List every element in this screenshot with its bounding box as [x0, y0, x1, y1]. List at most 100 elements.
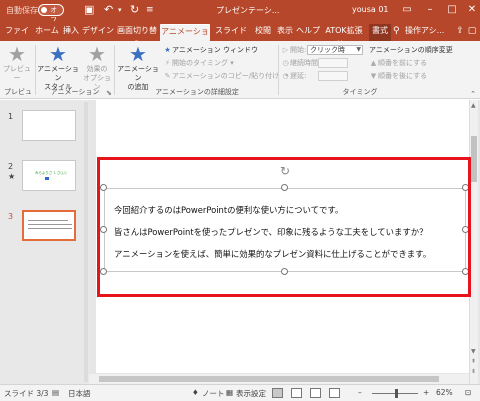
duration-label: ◷継続時間:: [282, 59, 321, 67]
collapse-ribbon-icon[interactable]: ⌃: [470, 90, 476, 98]
slide-thumbnail-2[interactable]: みらよりさ 1 さ(い): [22, 160, 76, 191]
normal-view-icon[interactable]: [272, 388, 283, 398]
display-settings-icon: ▦: [226, 388, 234, 397]
share-icon[interactable]: ⇪: [454, 24, 466, 41]
start-dropdown[interactable]: クリック時 ▼: [307, 45, 363, 55]
animation-star-icon: ★: [49, 42, 67, 66]
previous-slide-icon[interactable]: ⇞: [471, 358, 476, 365]
animation-pane-label: アニメーション ウィンドウ: [172, 46, 258, 54]
slide-sorter-icon[interactable]: [291, 388, 302, 398]
h-scroll-thumb[interactable]: [99, 376, 439, 382]
autosave-toggle[interactable]: オフ: [38, 4, 64, 24]
tell-me-search[interactable]: 操作アシ...: [405, 24, 453, 41]
scroll-up-icon[interactable]: ▲: [471, 102, 476, 109]
display-settings-button[interactable]: 表示設定: [236, 388, 266, 399]
start-value: クリック時: [310, 46, 345, 54]
tab-insert[interactable]: 挿入: [60, 24, 82, 41]
tab-format[interactable]: 書式: [369, 24, 391, 41]
slideshow-view-icon[interactable]: [329, 388, 340, 398]
preview-button[interactable]: ★ プレビュー: [2, 43, 32, 83]
spellcheck-icon[interactable]: ▤: [52, 388, 59, 397]
comments-icon[interactable]: ▢: [466, 24, 478, 41]
document-title: プレゼンテーシ...: [216, 6, 280, 15]
add-animation-star-icon: ★: [129, 42, 147, 66]
ribbon-display-icon[interactable]: ▭: [399, 2, 415, 18]
tab-review[interactable]: 校閲: [252, 24, 274, 41]
group-label-animation: アニメーション: [50, 88, 100, 96]
group-separator: [114, 45, 115, 95]
duration-icon: ◷: [282, 59, 289, 67]
save-icon[interactable]: ▣: [84, 3, 94, 17]
tab-help[interactable]: ヘルプ: [296, 24, 320, 41]
slide-number: 2: [8, 162, 14, 171]
reading-view-icon[interactable]: [310, 388, 321, 398]
effect-star-icon: ★: [88, 42, 106, 66]
maximize-icon[interactable]: □: [444, 2, 460, 18]
move-earlier-label: 順番を前にする: [378, 59, 428, 67]
title-bar: 自動保存 オフ ▣ ↶ ▾ ↻ ≡ プレゼンテーシ... yousa 01 ▭ …: [0, 0, 480, 24]
slide-thumbnail-3[interactable]: [22, 210, 76, 241]
effect-options-line1: 効果の: [86, 65, 108, 73]
tab-file[interactable]: ファイル: [2, 24, 32, 49]
group-label-timing: タイミング: [342, 88, 378, 96]
user-name[interactable]: yousa 01: [352, 5, 389, 14]
highlight-annotation-box: [97, 157, 471, 297]
reorder-title: アニメーションの順序変更: [369, 46, 453, 54]
tab-slideshow[interactable]: スライド ショー: [210, 24, 252, 49]
zoom-slider-thumb[interactable]: [395, 389, 398, 398]
slide-number: 3: [8, 212, 14, 221]
tab-view[interactable]: 表示: [274, 24, 296, 41]
animation-painter-label: アニメーションのコピー/貼り付け: [172, 72, 280, 80]
delay-label: ◔遅延:: [282, 72, 307, 80]
thumb-line: [28, 228, 72, 229]
zoom-in-icon[interactable]: +: [423, 388, 429, 397]
animation-pane-button[interactable]: ★アニメーション ウィンドウ: [163, 45, 258, 55]
close-icon[interactable]: ✕: [464, 2, 480, 18]
tab-atok[interactable]: ATOK拡張サ...: [320, 24, 368, 49]
scroll-down-icon[interactable]: ▼: [471, 348, 476, 355]
tab-animations[interactable]: アニメーション: [160, 24, 210, 50]
minimize-icon[interactable]: –: [422, 2, 438, 18]
delay-spinner[interactable]: [318, 71, 348, 81]
preview-label: プレビュー: [3, 65, 31, 82]
next-slide-icon[interactable]: ⇟: [471, 368, 476, 375]
slide-number: 1: [8, 112, 14, 121]
add-animation-line1: アニメーション: [117, 65, 159, 82]
animation-painter-button[interactable]: ✎ アニメーションのコピー/貼り付け: [163, 71, 280, 81]
status-bar: スライド 3/3 ▤ 日本語 ♦ ノート ▦ 表示設定 – + 62% ⊡: [0, 384, 480, 401]
scroll-thumb[interactable]: [471, 136, 477, 182]
language-label[interactable]: 日本語: [68, 388, 91, 399]
effect-options-button[interactable]: ★ 効果の オプション: [80, 43, 114, 92]
move-earlier-button[interactable]: ▲ 順番を前にする: [369, 58, 427, 68]
trigger-button[interactable]: ⚡ 開始のタイミング ▾: [163, 58, 234, 68]
add-animation-button[interactable]: ★ アニメーション の追加: [116, 43, 160, 92]
move-later-label: 順番を後にする: [378, 72, 428, 80]
tab-transitions[interactable]: 画面切り替え: [114, 24, 160, 49]
notes-button[interactable]: ノート: [202, 388, 225, 399]
toggle-knob: [41, 7, 47, 13]
tab-home[interactable]: ホーム: [34, 24, 60, 41]
animation-style-line1: アニメーション: [37, 65, 79, 82]
dialog-launcher-icon[interactable]: ⬊: [106, 88, 112, 98]
thumb-line: [28, 220, 68, 221]
horizontal-scrollbar[interactable]: [89, 374, 469, 384]
customize-icon[interactable]: ≡: [146, 3, 154, 17]
zoom-level[interactable]: 62%: [436, 388, 453, 397]
group-label-advanced-animation: アニメーションの詳細設定: [155, 88, 239, 96]
animation-style-button[interactable]: ★ アニメーション スタイル: [36, 43, 80, 92]
delay-icon: ◔: [282, 72, 289, 80]
zoom-out-icon[interactable]: –: [358, 388, 362, 397]
undo-icon[interactable]: ↶: [104, 3, 113, 17]
arrow-up-icon: ▲: [370, 59, 377, 67]
tab-design[interactable]: デザイン: [82, 24, 114, 41]
autosave-label: 自動保存: [6, 6, 38, 15]
slide-thumbnail-1[interactable]: [22, 110, 76, 141]
duration-spinner[interactable]: [318, 58, 348, 68]
redo-icon[interactable]: ↻: [130, 3, 139, 17]
thumbnail-scrollbar[interactable]: [84, 102, 88, 382]
fit-to-window-icon[interactable]: ⊡: [465, 388, 471, 397]
painter-icon: ✎: [164, 72, 171, 80]
undo-dropdown-icon[interactable]: ▾: [118, 3, 122, 17]
start-icon: ▷: [282, 46, 289, 54]
move-later-button[interactable]: ▼ 順番を後にする: [369, 71, 427, 81]
